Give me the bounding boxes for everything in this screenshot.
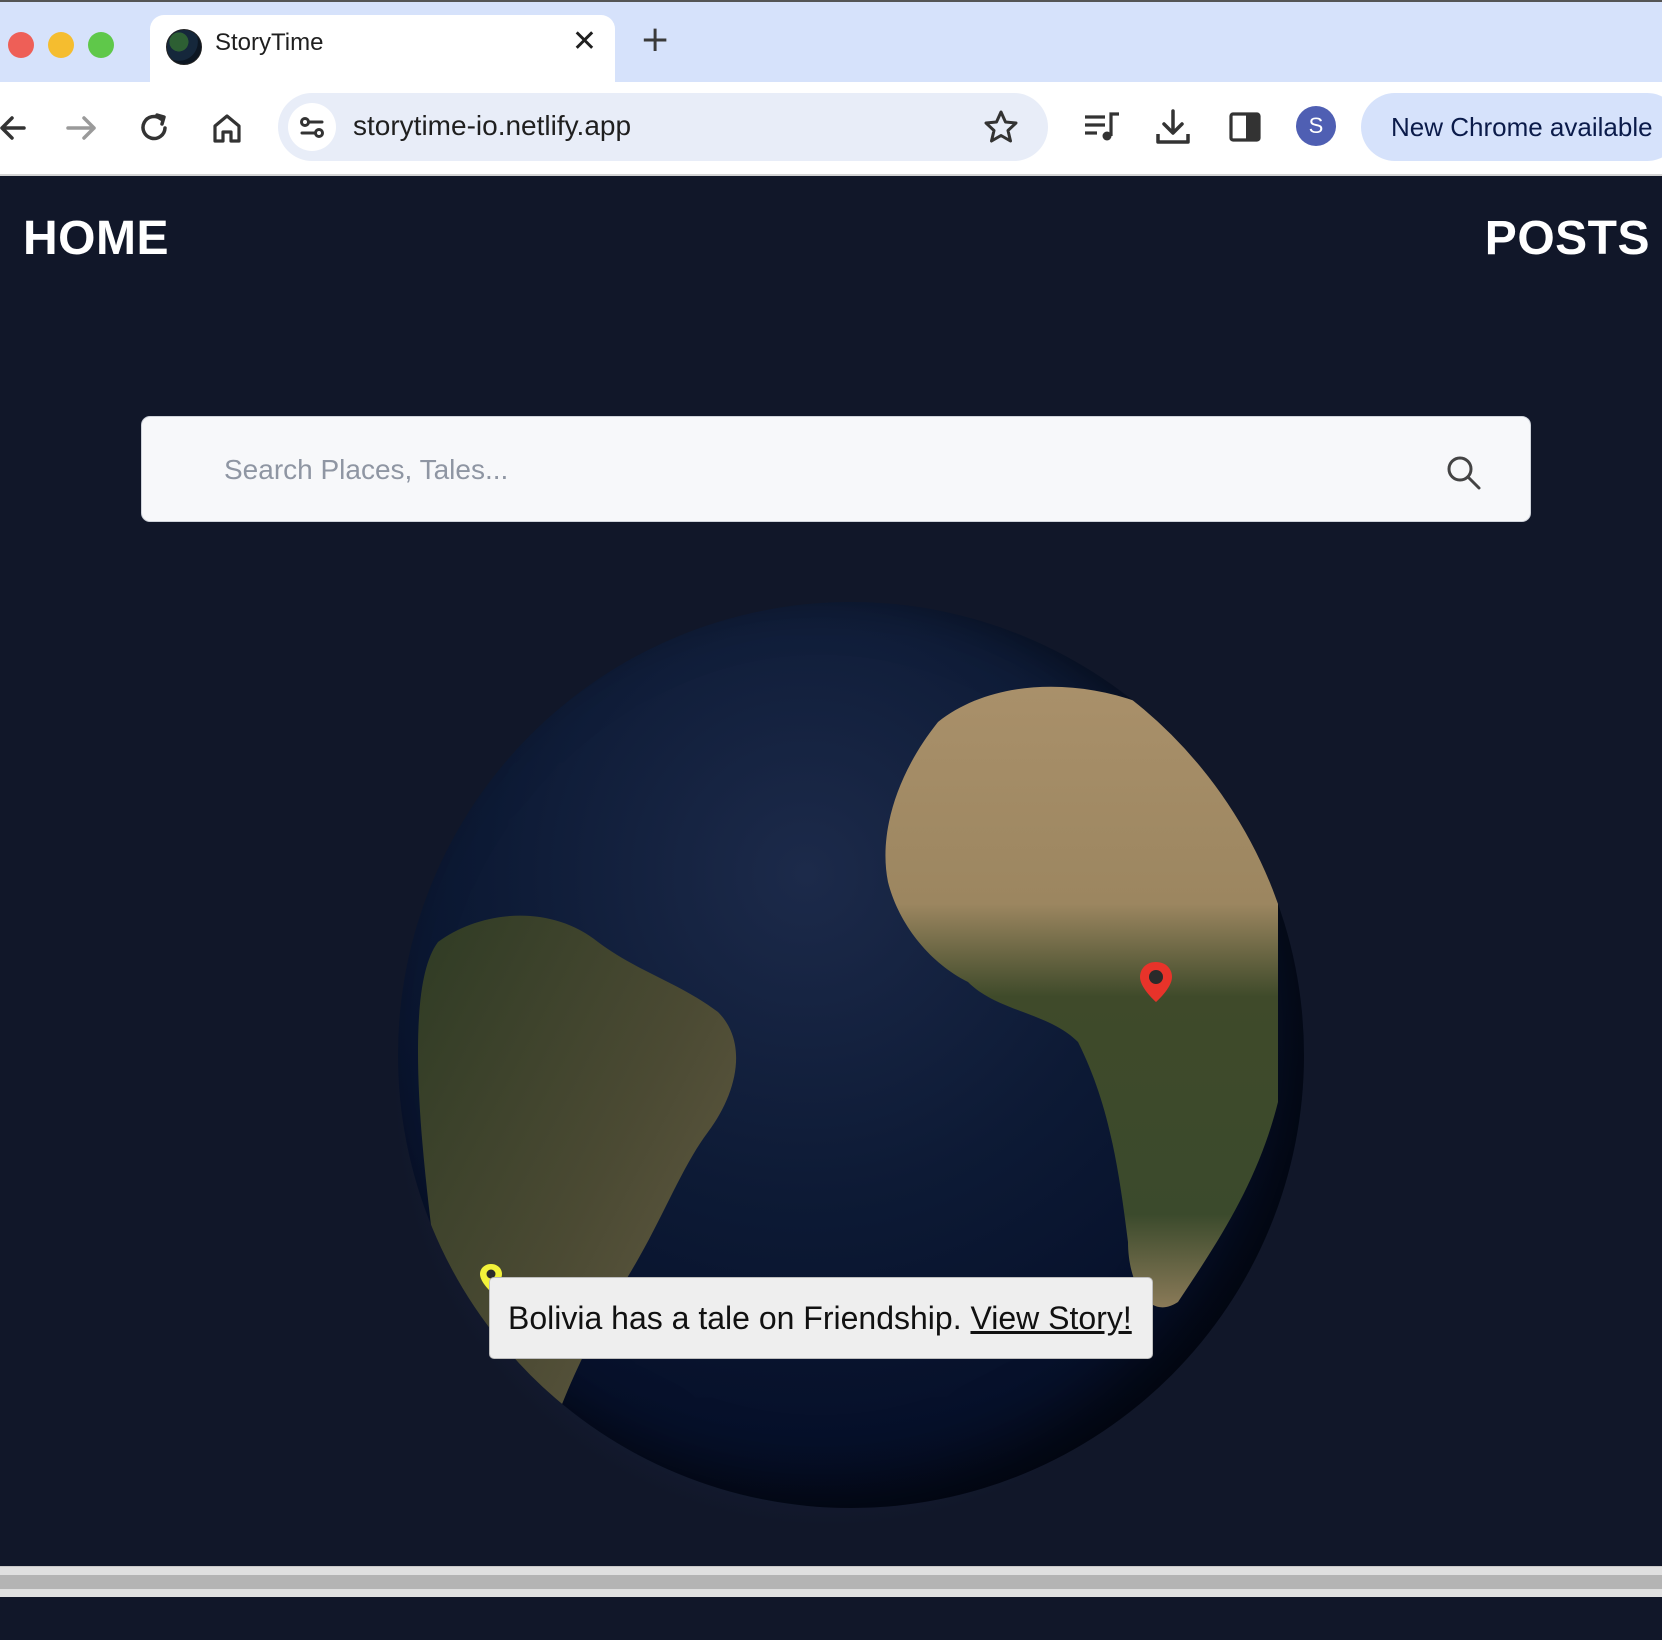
browser-tab-strip: StoryTime ✕ + xyxy=(0,0,1662,84)
chrome-update-label: New Chrome available xyxy=(1391,112,1653,142)
side-panel-icon[interactable] xyxy=(1224,106,1266,148)
tooltip-text: Bolivia has a tale on Friendship. View S… xyxy=(508,1300,1132,1337)
url-text[interactable]: storytime-io.netlify.app xyxy=(353,110,631,142)
back-arrow-icon[interactable] xyxy=(0,108,40,148)
chrome-update-button[interactable]: New Chrome available xyxy=(1361,93,1662,161)
story-tooltip: Bolivia has a tale on Friendship. View S… xyxy=(489,1277,1153,1359)
reload-icon[interactable] xyxy=(135,108,175,148)
africa-landmass xyxy=(885,686,1278,1308)
view-story-link[interactable]: View Story! xyxy=(970,1300,1131,1336)
scrollbar-thumb[interactable] xyxy=(0,1575,1662,1589)
browser-toolbar: storytime-io.netlify.app S New Chrome av… xyxy=(0,82,1662,176)
horizontal-scrollbar[interactable] xyxy=(0,1566,1662,1597)
tab-title: StoryTime xyxy=(215,29,324,56)
home-icon[interactable] xyxy=(207,108,247,148)
forward-arrow-icon[interactable] xyxy=(62,108,102,148)
site-settings-icon[interactable] xyxy=(288,103,336,151)
bookmark-star-icon[interactable] xyxy=(982,108,1020,146)
search-input[interactable] xyxy=(222,441,1426,499)
nav-posts-link[interactable]: POSTS xyxy=(1485,211,1650,266)
tooltip-message: Bolivia has a tale on Friendship. xyxy=(508,1300,962,1336)
south-america-landmass xyxy=(418,915,737,1508)
red-location-pin[interactable] xyxy=(1138,960,1174,1004)
download-icon[interactable] xyxy=(1152,106,1194,148)
window-close-button[interactable] xyxy=(8,32,34,58)
nav-home-link[interactable]: HOME xyxy=(23,211,169,266)
browser-tab[interactable]: StoryTime ✕ xyxy=(150,15,615,84)
close-tab-icon[interactable]: ✕ xyxy=(572,27,597,57)
new-tab-button[interactable]: + xyxy=(640,22,670,58)
media-queue-icon[interactable] xyxy=(1081,106,1123,148)
globe-icon xyxy=(166,29,202,65)
address-bar[interactable]: storytime-io.netlify.app xyxy=(278,93,1048,161)
window-minimize-button[interactable] xyxy=(48,32,74,58)
search-bar xyxy=(141,416,1531,522)
search-icon[interactable] xyxy=(1444,453,1484,493)
earth-globe[interactable] xyxy=(398,602,1304,1508)
profile-avatar[interactable]: S xyxy=(1296,106,1336,146)
window-maximize-button[interactable] xyxy=(88,32,114,58)
